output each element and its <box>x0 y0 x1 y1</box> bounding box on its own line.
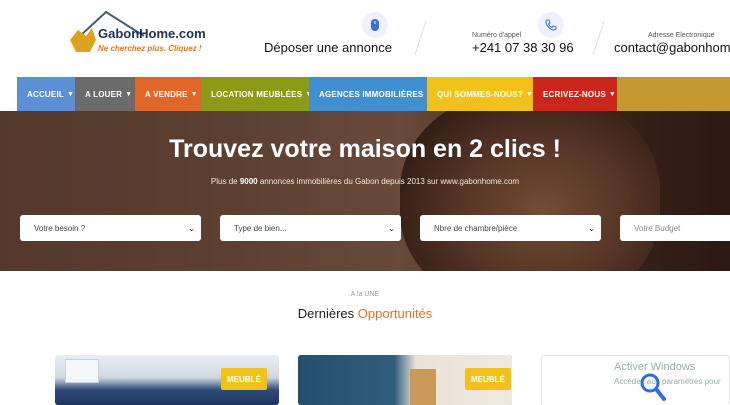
header-divider <box>592 20 605 56</box>
hero-subtitle: Plus de 9000 annonces immobilières du Ga… <box>0 177 730 186</box>
email-caption: Adresse Electronique <box>648 32 715 39</box>
activate-windows-title: Activer Windows <box>614 361 696 373</box>
listing-photo-window <box>65 359 99 383</box>
site-logo[interactable]: GabonHome.com Ne cherchez plus. Cliquez … <box>66 6 211 62</box>
logo-tagline: Ne cherchez plus. Cliquez ! <box>98 44 202 53</box>
chevron-down-icon: ⌄ <box>188 223 195 233</box>
logo-name: GabonHome.com <box>98 26 206 41</box>
nav-item-agences[interactable]: AGENCES IMMOBILIÈRES▼ <box>309 77 433 111</box>
hero-subtitle-part: Plus de <box>210 177 240 186</box>
search-icon[interactable] <box>640 373 666 403</box>
hero-banner: Trouvez votre maison en 2 clics ! Plus d… <box>0 111 730 271</box>
nav-item-accueil[interactable]: ACCUEIL ▼ <box>17 77 75 111</box>
email-block: Adresse Electronique contact@gabonhome <box>612 12 730 62</box>
section-kicker: A la UNE <box>350 291 380 298</box>
section-title-plain: Dernières <box>297 306 358 321</box>
listing-photo-door <box>410 369 436 405</box>
nav-item-label: ECRIVEZ-NOUS <box>543 89 606 99</box>
nav-item-a-vendre[interactable]: A VENDRE ▼ <box>135 77 201 111</box>
chevron-down-icon: ▼ <box>125 90 133 98</box>
nav-item-label: A VENDRE <box>145 89 188 99</box>
mouse-icon-circle <box>362 12 388 38</box>
furnished-badge: MEUBLÉ <box>465 368 511 390</box>
chevron-down-icon: ▼ <box>608 90 616 98</box>
need-select[interactable]: Votre besoin ? ⌄ <box>20 215 201 241</box>
hero-subtitle-count: 9000 <box>239 177 258 186</box>
budget-input[interactable]: Votre Budget <box>620 215 730 241</box>
nav-item-qui-sommes-nous[interactable]: QUI SOMMES-NOUS? ▼ <box>427 77 533 111</box>
nav-item-label: AGENCES IMMOBILIÈRES <box>319 89 424 99</box>
chevron-down-icon: ⌄ <box>588 223 595 233</box>
chevron-down-icon: ▼ <box>66 90 75 98</box>
main-nav: ACCUEIL ▼ A LOUER ▼ A VENDRE ▼ LOCATION MEU… <box>17 77 730 111</box>
nav-item-ecrivez-nous[interactable]: ECRIVEZ-NOUS ▼ <box>533 77 617 111</box>
nav-item-label: ACCUEIL <box>27 89 64 99</box>
nav-item-a-louer[interactable]: A LOUER ▼ <box>75 77 135 111</box>
select-value: Nbre de chambre/pièce <box>434 223 518 233</box>
site-header: GabonHome.com Ne cherchez plus. Cliquez … <box>0 0 730 77</box>
header-divider <box>414 20 427 56</box>
section-title: Dernières Opportunités <box>0 306 730 321</box>
furnished-badge: MEUBLÉ <box>221 368 267 390</box>
nav-item-location-meublees[interactable]: LOCATION MEUBLÉES▼ <box>201 77 312 111</box>
phone-icon-circle <box>538 12 564 38</box>
property-type-select[interactable]: Type de bien... ⌄ <box>220 215 401 241</box>
hero-subtitle-part: annonces immobilières du Gabon depuis 20… <box>257 177 520 186</box>
chevron-down-icon: ▼ <box>525 90 534 98</box>
phone-number[interactable]: +241 07 38 30 96 <box>472 40 574 55</box>
mouse-icon <box>371 19 379 31</box>
email-address[interactable]: contact@gabonhome <box>614 40 730 55</box>
phone-block: Numéro d'appel +241 07 38 30 96 <box>470 12 590 55</box>
chevron-down-icon: ⌄ <box>388 223 395 233</box>
select-value: Votre Budget <box>634 223 681 233</box>
nav-item-label: LOCATION MEUBLÉES <box>211 89 303 99</box>
nav-item-label: QUI SOMMES-NOUS? <box>437 89 523 99</box>
chevron-down-icon: ▼ <box>190 90 198 98</box>
post-ad-label[interactable]: Déposer une annonce <box>264 40 392 55</box>
nav-item-label: A LOUER <box>85 89 123 99</box>
activate-windows-sub: Accédez aux paramètres pour <box>614 377 721 386</box>
post-ad-block[interactable]: Déposer une annonce <box>262 12 402 55</box>
select-value: Type de bien... <box>234 223 287 233</box>
section-title-accent: Opportunités <box>357 306 433 321</box>
phone-icon <box>545 19 557 31</box>
hero-title: Trouvez votre maison en 2 clics ! <box>169 135 561 163</box>
select-value: Votre besoin ? <box>34 223 86 233</box>
rooms-select[interactable]: Nbre de chambre/pièce ⌄ <box>420 215 601 241</box>
phone-caption: Numéro d'appel <box>472 32 522 39</box>
